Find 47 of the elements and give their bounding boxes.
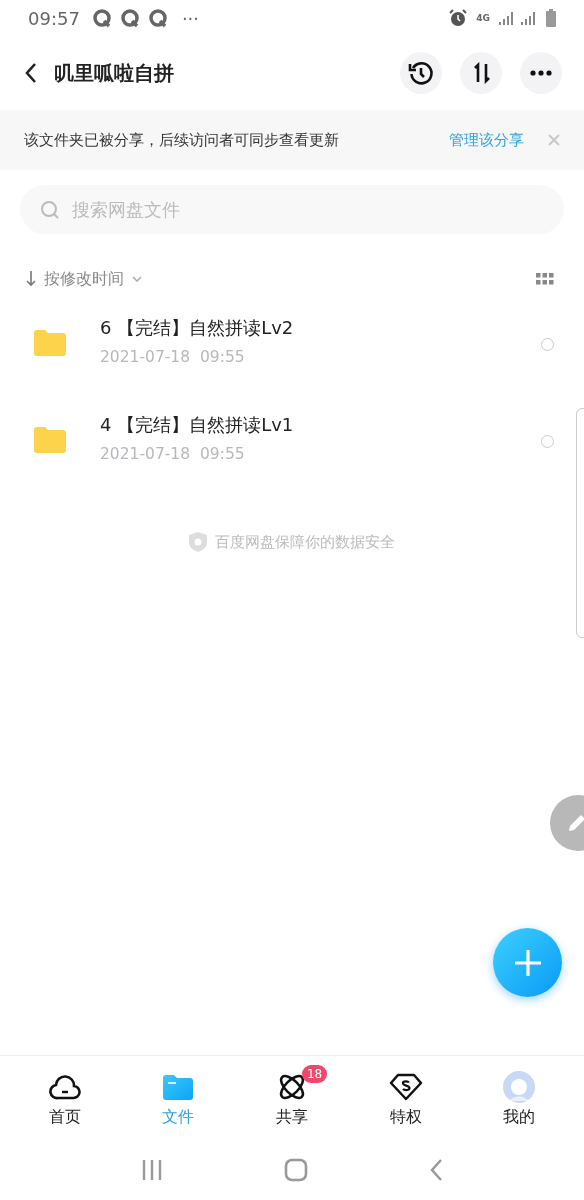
diamond-s-icon (388, 1072, 423, 1101)
notification-icon (91, 8, 112, 28)
nav-tab[interactable]: 首页 (24, 1064, 105, 1132)
modified-date: 2021-07-18 09:55 (100, 347, 246, 366)
recent-apps-icon[interactable] (140, 1159, 163, 1181)
more-icon (530, 70, 552, 76)
sort-button[interactable] (460, 52, 502, 94)
signal-icon (498, 10, 538, 26)
folder-icon (163, 1073, 194, 1100)
battery-icon (546, 9, 556, 27)
notification-icon (119, 8, 140, 28)
nav-tab[interactable]: 特权 (364, 1064, 447, 1132)
security-note: 百度网盘保障你的数据安全 (215, 532, 395, 552)
back-button[interactable] (24, 62, 38, 84)
search-icon (40, 199, 60, 220)
modified-date: 2021-07-18 09:55 (100, 444, 246, 463)
grid-view-icon[interactable] (536, 273, 554, 285)
nav-tab[interactable]: 我的 (479, 1064, 560, 1132)
pencil-icon (566, 812, 584, 834)
back-icon[interactable] (429, 1158, 444, 1182)
folder-icon (34, 329, 66, 356)
nav-tab[interactable]: 共享 18 (252, 1064, 332, 1132)
folder-icon (34, 426, 66, 453)
shield-icon (189, 532, 207, 552)
cloud-icon (48, 1072, 81, 1101)
alarm-icon (448, 8, 469, 28)
back-icon (24, 62, 38, 84)
folder-name[interactable]: 6 【完结】自然拼读Lv2 (100, 315, 541, 340)
folder-name[interactable]: 4 【完结】自然拼读Lv1 (100, 412, 541, 437)
status-time: 09:57 (28, 7, 80, 29)
add-button[interactable] (493, 928, 562, 997)
plus-icon (513, 948, 542, 977)
more-notifications: ··· (181, 7, 200, 29)
notification-icon (147, 8, 168, 28)
chevron-down-icon[interactable] (132, 276, 142, 282)
more-button[interactable] (520, 52, 562, 94)
close-icon[interactable] (548, 134, 560, 146)
network-type: 4G (476, 13, 490, 23)
history-icon (408, 60, 434, 86)
share-message: 该文件夹已被分享，后续访问者可同步查看更新 (24, 130, 340, 150)
down-arrow-icon (26, 271, 36, 287)
home-icon[interactable] (284, 1158, 308, 1182)
count-badge: 18 (302, 1064, 328, 1083)
history-button[interactable] (400, 52, 442, 94)
sort-dropdown[interactable]: 按修改时间 (44, 268, 124, 290)
folder-title: 叽里呱啦自拼 (54, 59, 175, 87)
avatar-icon (503, 1070, 536, 1103)
